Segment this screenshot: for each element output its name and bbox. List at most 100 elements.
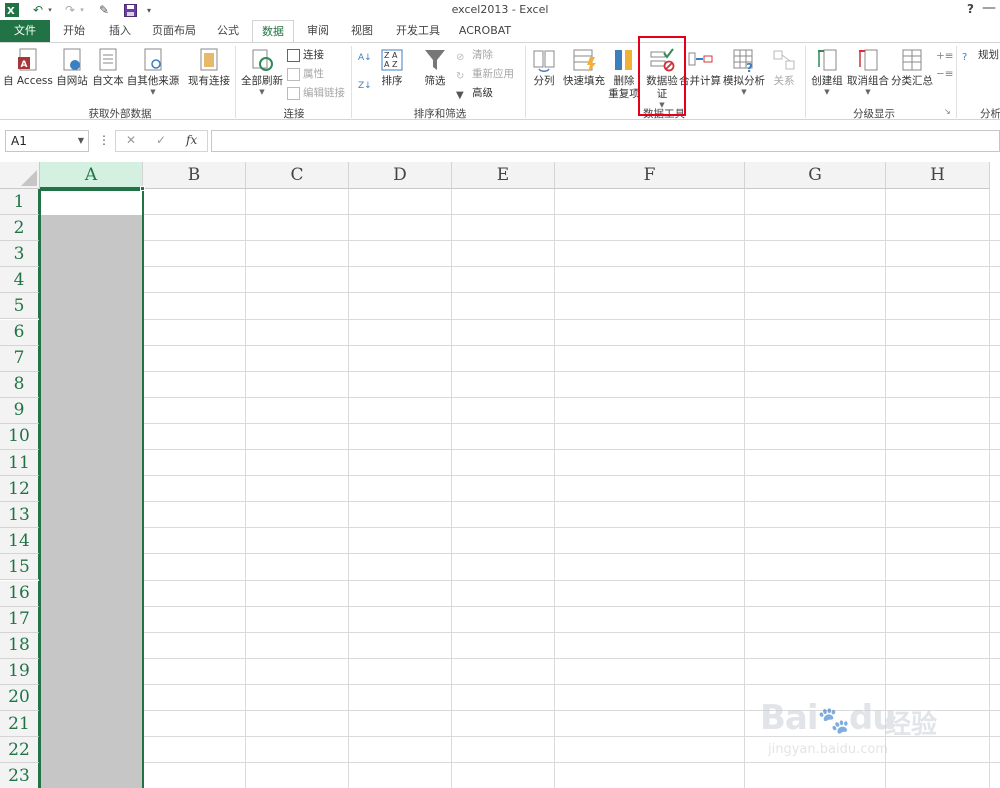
group-button[interactable]: 创建组 ▼ <box>808 47 846 96</box>
row-header[interactable]: 20 <box>0 684 40 711</box>
row-header[interactable]: 23 <box>0 763 40 788</box>
tab-view[interactable]: 视图 <box>342 20 382 42</box>
row-header[interactable]: 19 <box>0 658 40 685</box>
remove-duplicates-button[interactable]: 删除 重复项 <box>606 47 642 101</box>
other-sources-icon <box>144 48 162 71</box>
tab-formulas[interactable]: 公式 <box>208 20 248 42</box>
connections-button[interactable]: 连接 <box>287 46 324 64</box>
column-a-selection <box>40 215 143 788</box>
advanced-filter-button[interactable]: ▼ 高级 <box>456 84 493 102</box>
row-header[interactable]: 6 <box>0 319 40 346</box>
ribbon: A 自 Access 自网站 自文本 自其他来源 ▼ 现有连接 获取外部数据 全… <box>0 42 1000 120</box>
row-header[interactable]: 12 <box>0 476 40 503</box>
row-header[interactable]: 8 <box>0 371 40 398</box>
text-to-columns-label: 分列 <box>533 75 555 87</box>
solver-button[interactable]: ? 规划 <box>962 46 999 64</box>
column-header-c[interactable]: C <box>246 162 349 189</box>
fill-handle[interactable] <box>140 186 145 191</box>
row-header[interactable]: 21 <box>0 711 40 738</box>
insert-function-button[interactable]: fx <box>186 133 197 147</box>
formula-bar: A1 ▼ ⋮ ✕ ✓ fx <box>0 128 1000 156</box>
tab-acrobat[interactable]: ACROBAT <box>452 20 518 42</box>
row-header[interactable]: 15 <box>0 554 40 581</box>
row-header[interactable]: 4 <box>0 267 40 294</box>
row-header[interactable]: 1 <box>0 189 40 216</box>
sort-ascending-icon[interactable]: A↓ <box>358 49 372 67</box>
subtotal-icon <box>902 49 922 71</box>
edit-links-button[interactable]: 编辑链接 <box>287 84 345 102</box>
row-header[interactable]: 22 <box>0 737 40 764</box>
more-icon[interactable]: ⋮ <box>98 133 110 147</box>
column-header-h[interactable]: H <box>886 162 990 189</box>
existing-connections-button[interactable]: 现有连接 <box>186 47 232 88</box>
help-button[interactable]: ? <box>967 2 974 16</box>
row-header[interactable]: 16 <box>0 580 40 607</box>
row-header[interactable]: 13 <box>0 502 40 529</box>
cancel-icon[interactable]: ✕ <box>126 133 136 147</box>
column-header-b[interactable]: B <box>143 162 246 189</box>
properties-button[interactable]: 属性 <box>287 65 324 83</box>
remove-duplicates-label-2: 重复项 <box>608 88 640 100</box>
column-header-a[interactable]: A <box>40 162 143 189</box>
column-header-e[interactable]: E <box>452 162 555 189</box>
column-header-g[interactable]: G <box>745 162 886 189</box>
refresh-all-button[interactable]: 全部刷新 ▼ <box>239 47 285 96</box>
hide-detail-icon[interactable]: −≡ <box>936 65 954 83</box>
active-cell[interactable] <box>40 189 143 215</box>
formula-input[interactable] <box>211 130 1000 152</box>
row-header[interactable]: 10 <box>0 423 40 450</box>
text-to-columns-button[interactable]: 分列 <box>528 47 560 88</box>
tab-insert[interactable]: 插入 <box>100 20 140 42</box>
from-other-sources-button[interactable]: 自其他来源 ▼ <box>126 47 180 96</box>
group-icon <box>818 49 837 71</box>
what-if-analysis-button[interactable]: ? 模拟分析 ▼ <box>722 47 766 96</box>
row-header[interactable]: 11 <box>0 450 40 477</box>
show-detail-icon[interactable]: +≡ <box>936 47 954 65</box>
tab-file[interactable]: 文件 <box>0 20 50 42</box>
chevron-down-icon: ▼ <box>865 88 871 96</box>
clear-filter-button[interactable]: ⊘ 清除 <box>456 46 493 64</box>
column-header-f[interactable]: F <box>555 162 745 189</box>
data-validation-button[interactable]: 数据验 证 ▼ <box>642 47 682 109</box>
reapply-button[interactable]: ↻ 重新应用 <box>456 65 514 83</box>
column-header-d[interactable]: D <box>349 162 452 189</box>
grid-row-line <box>40 292 1000 294</box>
row-header[interactable]: 18 <box>0 632 40 659</box>
minimize-button[interactable]: — <box>982 0 996 16</box>
grid-column-line <box>245 189 246 788</box>
flash-fill-button[interactable]: 快速填充 <box>562 47 606 88</box>
tab-home[interactable]: 开始 <box>54 20 94 42</box>
select-all-button[interactable] <box>0 162 40 189</box>
row-header[interactable]: 9 <box>0 397 40 424</box>
row-header[interactable]: 17 <box>0 606 40 633</box>
grid-row-line <box>40 553 1000 555</box>
formula-buttons: ✕ ✓ fx <box>115 130 208 152</box>
outline-dialog-launcher-icon[interactable]: ↘ <box>944 103 951 121</box>
row-header[interactable]: 5 <box>0 293 40 320</box>
relationships-button[interactable]: 关系 <box>766 47 802 88</box>
row-header[interactable]: 7 <box>0 345 40 372</box>
row-header[interactable]: 3 <box>0 241 40 268</box>
grid-row-line <box>40 579 1000 581</box>
subtotal-button[interactable]: 分类汇总 <box>890 47 934 88</box>
from-access-button[interactable]: A 自 Access <box>2 47 54 88</box>
row-header[interactable]: 14 <box>0 528 40 555</box>
sort-descending-icon[interactable]: Z↓ <box>358 77 372 95</box>
from-web-button[interactable]: 自网站 <box>54 47 90 88</box>
chevron-down-icon: ▼ <box>77 136 84 145</box>
tab-review[interactable]: 审阅 <box>298 20 338 42</box>
grid-row-line <box>40 240 1000 242</box>
tab-developer[interactable]: 开发工具 <box>388 20 448 42</box>
row-header[interactable]: 2 <box>0 215 40 242</box>
from-text-button[interactable]: 自文本 <box>90 47 126 88</box>
flash-fill-icon <box>573 49 596 72</box>
tab-data[interactable]: 数据 <box>252 20 294 43</box>
enter-icon[interactable]: ✓ <box>156 133 166 147</box>
ungroup-button[interactable]: 取消组合 ▼ <box>846 47 890 96</box>
tab-page-layout[interactable]: 页面布局 <box>144 20 204 42</box>
filter-button[interactable]: 筛选 <box>418 47 452 88</box>
sort-button[interactable]: Z AA Z 排序 <box>376 47 408 88</box>
name-box[interactable]: A1 ▼ <box>5 130 89 152</box>
data-validation-label-1: 数据验 <box>646 75 678 87</box>
consolidate-button[interactable]: 合并计算 <box>678 47 722 88</box>
